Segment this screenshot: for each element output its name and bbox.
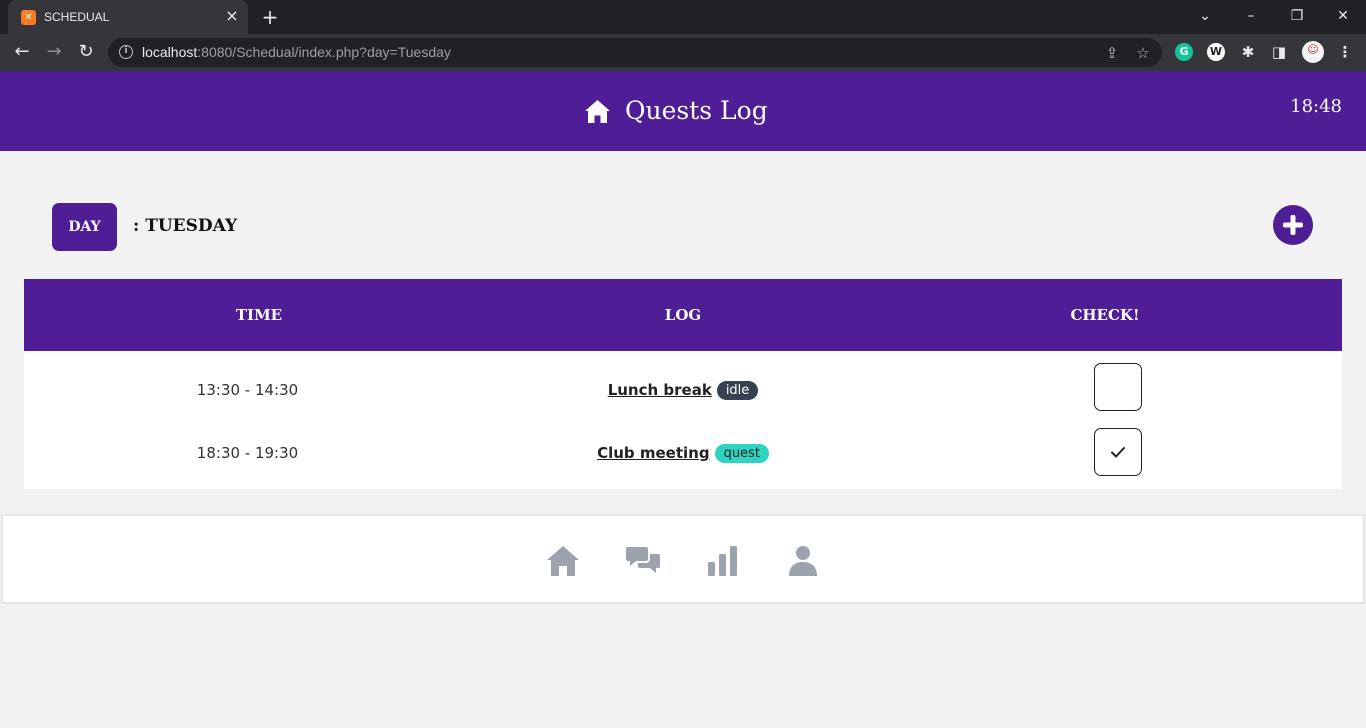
home-icon [585, 99, 610, 123]
table-row: 18:30 - 19:30 Club meeting quest [24, 422, 1342, 485]
add-quest-button[interactable] [1273, 205, 1313, 245]
tag-badge: quest [714, 443, 769, 463]
check-box[interactable] [1094, 363, 1142, 411]
page-title: Quests Log [625, 96, 768, 125]
browser-tab[interactable]: ✕ SCHEDUAL × [8, 0, 248, 34]
tab-search-icon[interactable]: ⌄ [1194, 6, 1216, 26]
minimize-button[interactable]: – [1240, 6, 1262, 26]
site-info-icon[interactable]: i [119, 45, 133, 59]
profile-avatar[interactable]: ☺ [1302, 41, 1324, 63]
checkmark-icon [1111, 447, 1125, 458]
side-panel-icon[interactable]: ◨ [1270, 43, 1288, 61]
close-tab-icon[interactable]: × [224, 8, 240, 24]
table-row: 13:30 - 14:30 Lunch break idle [24, 359, 1342, 422]
bottom-nav [1, 514, 1365, 604]
extension-w-icon[interactable]: W [1207, 43, 1225, 61]
bookmark-star-icon[interactable]: ☆ [1134, 44, 1152, 62]
browser-toolbar: ← → ↻ i localhost:8080/Schedual/index.ph… [0, 34, 1366, 71]
time-cell: 13:30 - 14:30 [196, 381, 299, 399]
close-window-button[interactable]: ✕ [1332, 6, 1354, 26]
stats-icon[interactable] [706, 544, 740, 578]
day-badge: DAY [52, 203, 117, 251]
chat-icon[interactable] [626, 544, 660, 578]
address-bar[interactable]: i localhost:8080/Schedual/index.php?day=… [108, 38, 1162, 67]
back-button[interactable]: ← [10, 41, 34, 63]
log-cell: Club meeting quest [471, 443, 895, 463]
new-tab-button[interactable]: + [259, 6, 281, 28]
grammarly-icon[interactable]: G [1175, 43, 1193, 61]
quest-link[interactable]: Lunch break [608, 380, 712, 400]
xampp-icon: ✕ [21, 10, 36, 25]
quest-table: TIME LOG CHECK! 13:30 - 14:30 Lunch brea… [24, 279, 1342, 489]
header-log: LOG [664, 306, 702, 324]
reload-button[interactable]: ↻ [74, 41, 98, 63]
tab-title: SCHEDUAL [44, 10, 110, 24]
browser-tab-bar: ✕ SCHEDUAL × + ⌄ – ❐ ✕ [0, 0, 1366, 34]
log-cell: Lunch break idle [471, 380, 895, 400]
browser-menu-icon[interactable]: ⋮ [1336, 43, 1354, 61]
tag-badge: idle [716, 380, 759, 400]
header-title-link[interactable]: Quests Log [584, 95, 768, 127]
check-box[interactable] [1094, 428, 1142, 476]
extensions-puzzle-icon[interactable]: ✱ [1239, 43, 1257, 61]
quest-link[interactable]: Club meeting [597, 443, 710, 463]
plus-icon [1283, 215, 1303, 235]
profile-icon[interactable] [786, 544, 820, 578]
header-time: TIME [235, 306, 283, 324]
clock: 18:48 [1290, 96, 1342, 117]
day-label: : TUESDAY [133, 216, 238, 236]
time-cell: 18:30 - 19:30 [196, 444, 299, 462]
home-icon[interactable] [546, 544, 580, 578]
share-icon[interactable]: ⇪ [1103, 44, 1121, 62]
forward-button[interactable]: → [42, 41, 66, 63]
app-header: Quests Log 18:48 [0, 71, 1366, 151]
header-check: CHECK! [1070, 306, 1140, 324]
restore-button[interactable]: ❐ [1286, 6, 1308, 26]
table-header: TIME LOG CHECK! [24, 279, 1342, 351]
url-text[interactable]: localhost:8080/Schedual/index.php?day=Tu… [142, 45, 451, 60]
